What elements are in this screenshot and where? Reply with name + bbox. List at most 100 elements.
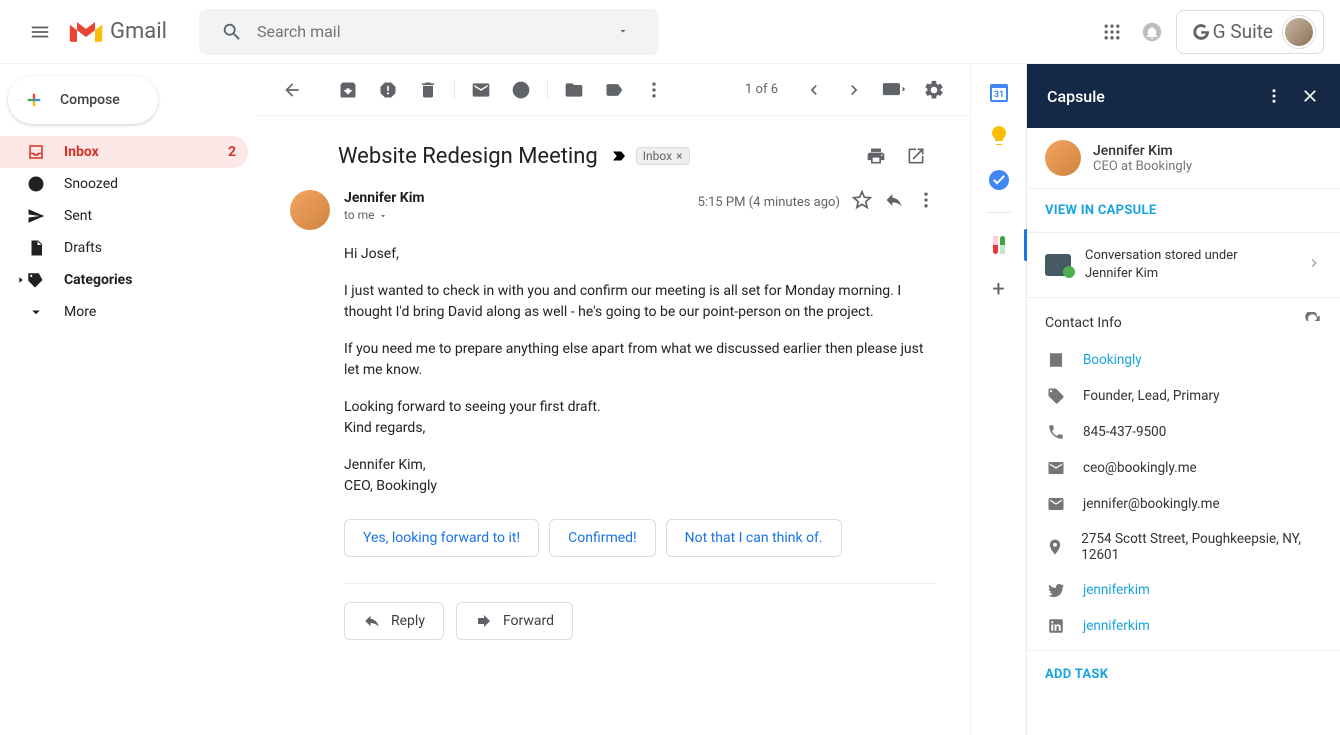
message-more-button[interactable] xyxy=(916,190,936,214)
user-avatar[interactable] xyxy=(1283,16,1315,48)
search-options-button[interactable] xyxy=(595,14,651,49)
email-icon xyxy=(1045,459,1067,477)
capsule-icon xyxy=(987,233,1011,257)
twitter-row[interactable]: jenniferkim xyxy=(1027,572,1340,608)
svg-text:31: 31 xyxy=(993,90,1003,100)
bell-icon xyxy=(1141,21,1163,43)
refresh-button[interactable] xyxy=(1304,312,1322,334)
capsule-addon-button[interactable] xyxy=(987,233,1011,257)
search-bar[interactable] xyxy=(199,9,659,55)
settings-button[interactable] xyxy=(914,70,954,110)
company-row[interactable]: Bookingly xyxy=(1027,342,1340,378)
importance-marker-icon[interactable] xyxy=(610,147,628,165)
reply-icon-button[interactable] xyxy=(884,190,904,214)
mark-unread-button[interactable] xyxy=(461,70,501,110)
view-in-capsule-link[interactable]: VIEW IN CAPSULE xyxy=(1027,189,1340,233)
contact-name: Jennifer Kim xyxy=(1093,143,1192,159)
search-input[interactable] xyxy=(257,22,595,41)
input-tools-button[interactable] xyxy=(874,70,914,110)
recipient-line[interactable]: to me xyxy=(344,208,425,222)
sidebar-item-categories[interactable]: Categories xyxy=(0,264,248,296)
gsuite-button[interactable]: G Suite xyxy=(1176,10,1324,54)
forward-button[interactable]: Forward xyxy=(456,602,573,640)
email-subject: Website Redesign Meeting xyxy=(338,144,598,169)
tag-icon xyxy=(1045,387,1067,405)
next-button[interactable] xyxy=(834,70,874,110)
main-menu-button[interactable] xyxy=(16,8,64,56)
file-icon xyxy=(26,239,46,257)
delete-button[interactable] xyxy=(408,70,448,110)
back-button[interactable] xyxy=(272,70,312,110)
notifications-button[interactable] xyxy=(1132,12,1172,52)
snooze-icon xyxy=(511,80,531,100)
panel-title: Capsule xyxy=(1047,87,1256,106)
archive-button[interactable] xyxy=(328,70,368,110)
inbox-count: 2 xyxy=(228,144,236,160)
pagination-text: 1 of 6 xyxy=(745,82,778,97)
more-actions-button[interactable] xyxy=(634,70,674,110)
star-button[interactable] xyxy=(852,190,872,214)
prev-button[interactable] xyxy=(794,70,834,110)
more-vert-icon xyxy=(1265,87,1283,105)
tasks-addon-button[interactable] xyxy=(987,168,1011,192)
move-button[interactable] xyxy=(554,70,594,110)
nav-sidebar: Compose Inbox 2 Snoozed Sent Drafts Cate… xyxy=(0,64,256,735)
sender-avatar[interactable] xyxy=(290,190,330,230)
get-addons-button[interactable]: + xyxy=(992,277,1004,302)
report-spam-icon xyxy=(378,80,398,100)
keep-addon-button[interactable] xyxy=(987,124,1011,148)
remove-label-button[interactable]: × xyxy=(676,149,682,163)
gmail-logo[interactable]: Gmail xyxy=(68,18,167,46)
gmail-icon xyxy=(68,18,104,46)
mail-view: 1 of 6 Website Redesign Meeting Inbox× xyxy=(256,64,970,735)
add-task-button[interactable]: ADD TASK xyxy=(1027,650,1340,698)
print-icon xyxy=(866,146,886,166)
spam-button[interactable] xyxy=(368,70,408,110)
sidebar-item-sent[interactable]: Sent xyxy=(0,200,248,232)
sidebar-item-more[interactable]: More xyxy=(0,296,248,328)
contact-info-title: Contact Info xyxy=(1045,315,1304,331)
contact-avatar xyxy=(1045,140,1081,176)
chevron-left-icon xyxy=(804,80,824,100)
gsuite-label: G Suite xyxy=(1213,20,1273,43)
label-icon xyxy=(604,80,624,100)
capsule-panel: Capsule Jennifer Kim CEO at Bookingly VI… xyxy=(1026,64,1340,735)
email-icon xyxy=(1045,495,1067,513)
sidebar-item-drafts[interactable]: Drafts xyxy=(0,232,248,264)
compose-label: Compose xyxy=(60,92,120,108)
sidebar-item-snoozed[interactable]: Snoozed xyxy=(0,168,248,200)
reply-icon xyxy=(363,612,381,630)
print-button[interactable] xyxy=(856,136,896,176)
arrow-back-icon xyxy=(282,80,302,100)
email1-row: ceo@bookingly.me xyxy=(1027,450,1340,486)
smart-reply-1[interactable]: Yes, looking forward to it! xyxy=(344,519,539,557)
label-button[interactable] xyxy=(594,70,634,110)
smart-reply-3[interactable]: Not that I can think of. xyxy=(666,519,842,557)
phone-row: 845-437-9500 xyxy=(1027,414,1340,450)
snooze-button[interactable] xyxy=(501,70,541,110)
reply-button[interactable]: Reply xyxy=(344,602,444,640)
chevron-down-icon xyxy=(26,303,46,321)
panel-contact-header: Jennifer Kim CEO at Bookingly xyxy=(1027,128,1340,189)
inbox-label-chip[interactable]: Inbox× xyxy=(636,147,690,165)
panel-close-button[interactable] xyxy=(1292,86,1328,106)
apps-button[interactable] xyxy=(1092,12,1132,52)
app-header: Gmail G Suite xyxy=(0,0,1340,64)
open-new-window-button[interactable] xyxy=(896,136,936,176)
chevron-right-icon xyxy=(844,80,864,100)
google-g-icon xyxy=(1191,22,1211,42)
smart-reply-2[interactable]: Confirmed! xyxy=(549,519,656,557)
conversation-stored-row[interactable]: Conversation stored underJennifer Kim xyxy=(1027,233,1340,298)
mail-icon xyxy=(471,80,491,100)
tags-row: Founder, Lead, Primary xyxy=(1027,378,1340,414)
linkedin-row[interactable]: jenniferkim xyxy=(1027,608,1340,644)
compose-button[interactable]: Compose xyxy=(8,76,158,124)
timestamp: 5:15 PM (4 minutes ago) xyxy=(698,195,840,210)
panel-more-button[interactable] xyxy=(1256,87,1292,105)
calendar-addon-button[interactable]: 31 xyxy=(987,80,1011,104)
sidebar-item-label: Sent xyxy=(64,208,92,224)
chevron-right-icon xyxy=(1306,255,1322,275)
sidebar-item-inbox[interactable]: Inbox 2 xyxy=(0,136,248,168)
send-icon xyxy=(26,207,46,225)
sidebar-item-label: Inbox xyxy=(64,144,99,160)
